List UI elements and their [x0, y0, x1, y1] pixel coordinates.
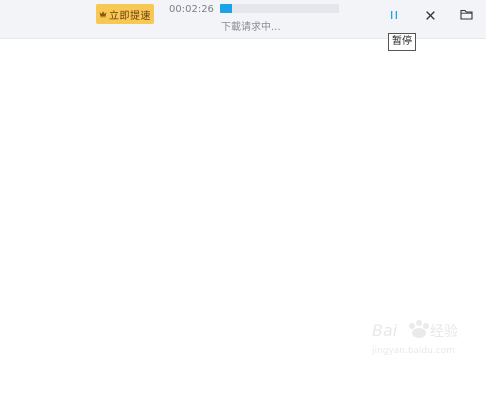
open-folder-button[interactable] [457, 5, 475, 23]
download-progress-fill [220, 4, 232, 13]
baidu-jingyan-watermark: Bai 经验 jingyan.baidu.com [372, 320, 458, 356]
folder-icon [459, 9, 473, 20]
download-progress-bar [220, 4, 339, 13]
elapsed-time: 00:02:26 [169, 4, 214, 15]
pause-icon [391, 11, 397, 19]
download-status: 下載请求中... [221, 22, 281, 33]
pause-tooltip: 暂停 [388, 33, 416, 51]
speed-up-label: 立即提速 [109, 10, 151, 22]
pause-button[interactable] [385, 6, 403, 24]
svg-text:Bai: Bai [372, 321, 398, 340]
close-button[interactable] [421, 6, 439, 24]
speed-up-button[interactable]: 立即提速 [96, 4, 154, 24]
svg-text:经验: 经验 [430, 324, 458, 340]
crown-icon [99, 11, 107, 18]
svg-text:jingyan.baidu.com: jingyan.baidu.com [372, 346, 455, 356]
close-icon [425, 10, 435, 20]
